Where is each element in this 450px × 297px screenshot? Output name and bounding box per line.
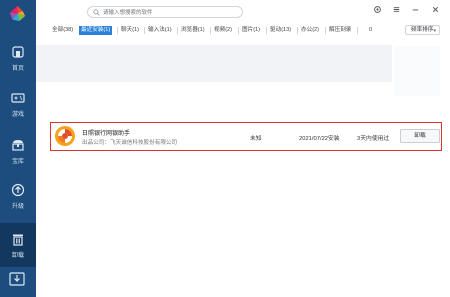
category-tabs: 全部(38) 最近安装(1) 聊天(1) 输入法(1) 浏览器(1) 视频(2)… (36, 22, 450, 38)
tab-divider (297, 27, 298, 34)
sidebar-item-label: 首页 (11, 65, 24, 72)
settings-icon[interactable] (373, 5, 382, 14)
treasure-icon (12, 139, 24, 151)
sidebar-item-label: 卸载 (11, 252, 24, 259)
sidebar: 首页 游戏 宝库 升级 卸载 (0, 0, 36, 297)
scrollbar[interactable] (394, 46, 440, 96)
app-publisher: 出品公司：飞天诚信科技股份有限公司 (82, 140, 178, 146)
sidebar-item-label: 升级 (11, 203, 24, 210)
app-category: 未知 (250, 136, 262, 142)
chevron-down-icon: ▾ (433, 28, 436, 34)
search-box[interactable] (87, 6, 243, 18)
sidebar-item-label: 宝库 (11, 158, 24, 165)
sidebar-item-home[interactable]: 首页 (0, 38, 36, 78)
tab-image[interactable]: 图片(1) (242, 26, 260, 35)
sidebar-item-treasure[interactable]: 宝库 (0, 131, 36, 171)
menu-icon[interactable] (392, 5, 401, 14)
search-icon (93, 9, 100, 16)
tab-driver[interactable]: 驱动(13) (270, 26, 291, 35)
sort-label: 频率排序 (411, 27, 434, 33)
app-install-date: 2021/07/22安装 (299, 136, 340, 142)
tab-archive-burn[interactable]: 解压刻录 (329, 26, 351, 35)
tab-office[interactable]: 办公(2) (301, 26, 319, 35)
search-input[interactable] (103, 8, 238, 17)
tab-browser[interactable]: 浏览器(1) (181, 26, 205, 35)
rizhao-bank-logo-icon (55, 126, 75, 146)
tab-divider (238, 27, 239, 34)
home-icon (12, 45, 24, 58)
app-last-used: 3天内使用过 (357, 136, 390, 142)
tab-chat[interactable]: 聊天(1) (121, 26, 139, 35)
sidebar-item-upgrade[interactable]: 升级 (0, 176, 36, 216)
list-item[interactable]: 日照银行网银助手 出品公司：飞天诚信科技股份有限公司 未知 2021/07/22… (50, 122, 442, 151)
tab-more[interactable]: 0 (369, 26, 372, 35)
app-name: 日照银行网银助手 (82, 131, 131, 137)
top-bar (36, 0, 450, 22)
tab-divider (357, 27, 358, 34)
tab-input-method[interactable]: 输入法(1) (148, 26, 172, 35)
download-icon[interactable] (9, 272, 25, 286)
trash-icon (13, 234, 23, 246)
tab-divider (210, 27, 211, 34)
upgrade-icon (11, 183, 25, 196)
tab-divider (177, 27, 178, 34)
tab-recent-install[interactable]: 最近安装(1) (79, 26, 113, 35)
tab-divider (325, 27, 326, 34)
app-list-area: 日照银行网银助手 出品公司：飞天诚信科技股份有限公司 未知 2021/07/22… (36, 38, 450, 297)
tab-divider (144, 27, 145, 34)
uninstall-button[interactable]: 卸载 (400, 129, 440, 143)
gamepad-icon (11, 92, 25, 103)
sidebar-item-uninstall[interactable]: 卸载 (0, 223, 36, 267)
tab-divider (117, 27, 118, 34)
list-header-band (36, 45, 392, 82)
tab-all[interactable]: 全部(38) (52, 26, 73, 35)
app-logo-icon (9, 5, 26, 22)
sidebar-item-label: 游戏 (11, 111, 24, 118)
tab-video[interactable]: 视频(2) (214, 26, 232, 35)
close-icon[interactable] (431, 5, 440, 14)
minimize-icon[interactable] (411, 5, 420, 14)
sort-dropdown[interactable]: 频率排序 ▾ (405, 25, 440, 35)
tab-divider (266, 27, 267, 34)
sidebar-item-games[interactable]: 游戏 (0, 84, 36, 124)
